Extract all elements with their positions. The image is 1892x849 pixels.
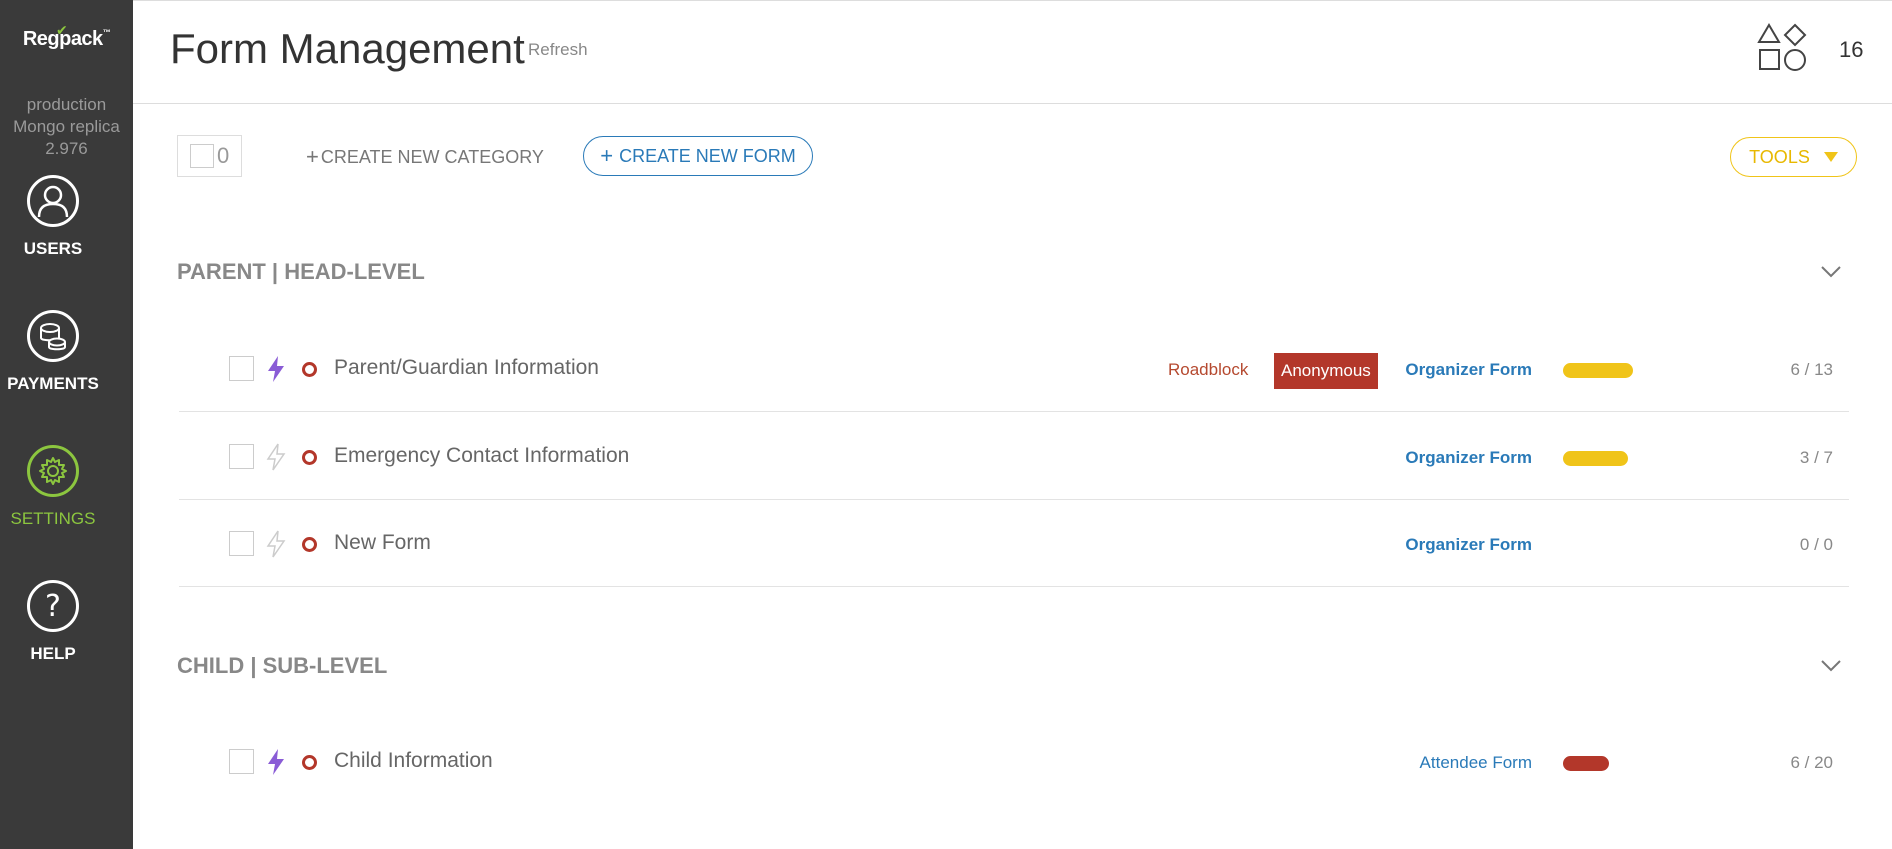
- create-form-button[interactable]: + CREATE NEW FORM: [583, 136, 813, 176]
- gear-icon: [27, 445, 79, 497]
- status-dot-icon: [302, 537, 317, 552]
- form-name[interactable]: New Form: [334, 531, 431, 555]
- form-type-link[interactable]: Attendee Form: [1420, 753, 1532, 773]
- anonymous-badge: Anonymous: [1274, 353, 1378, 389]
- coins-icon: [27, 310, 79, 362]
- row-checkbox[interactable]: [229, 531, 254, 556]
- form-row[interactable]: Emergency Contact Information Organizer …: [179, 413, 1849, 500]
- progress-bar: [1563, 363, 1633, 378]
- row-checkbox[interactable]: [229, 356, 254, 381]
- form-name[interactable]: Emergency Contact Information: [334, 444, 629, 468]
- env-line: 2.976: [45, 139, 88, 158]
- header: Form Management Refresh 16: [133, 0, 1892, 104]
- bolt-icon[interactable]: [265, 443, 287, 471]
- form-type-link[interactable]: Organizer Form: [1405, 360, 1532, 380]
- create-category-button[interactable]: + CREATE NEW CATEGORY: [306, 144, 544, 170]
- status-dot-icon: [302, 755, 317, 770]
- caret-down-icon: [1823, 152, 1838, 162]
- logo-check-icon: ✔: [56, 22, 68, 38]
- create-category-label: CREATE NEW CATEGORY: [320, 147, 544, 167]
- tools-dropdown[interactable]: TOOLS: [1730, 137, 1857, 177]
- sidebar-item-label: USERS: [23, 239, 83, 258]
- plus-icon: +: [306, 144, 319, 169]
- row-checkbox[interactable]: [229, 749, 254, 774]
- form-type-link[interactable]: Organizer Form: [1405, 535, 1532, 555]
- checkbox-box[interactable]: [190, 144, 214, 168]
- status-dot-icon: [302, 362, 317, 377]
- sidebar-item-label: PAYMENTS: [7, 374, 99, 393]
- question-icon: ?: [27, 580, 79, 632]
- form-row[interactable]: New Form Organizer Form 0 / 0: [179, 500, 1849, 587]
- shapes-count: 16: [1839, 37, 1864, 62]
- env-line: Mongo replica: [13, 117, 120, 136]
- status-dot-icon: [302, 450, 317, 465]
- sidebar-item-label: HELP: [30, 644, 76, 663]
- field-ratio: 6 / 13: [1790, 360, 1833, 379]
- select-all-checkbox[interactable]: 0: [177, 135, 242, 177]
- form-name[interactable]: Parent/Guardian Information: [334, 356, 599, 380]
- sidebar: ✔ Regpack™ production Mongo replica 2.97…: [0, 0, 133, 849]
- sidebar-item-users[interactable]: USERS: [0, 175, 106, 259]
- form-name[interactable]: Child Information: [334, 749, 493, 773]
- progress-bar: [1563, 756, 1609, 771]
- form-type-link[interactable]: Organizer Form: [1405, 448, 1532, 468]
- chevron-down-icon[interactable]: [1820, 260, 1842, 282]
- form-row[interactable]: Parent/Guardian Information Roadblock An…: [179, 325, 1849, 412]
- sidebar-item-payments[interactable]: PAYMENTS: [0, 310, 106, 394]
- roadblock-label: Roadblock: [1168, 360, 1249, 379]
- field-ratio: 0 / 0: [1799, 535, 1833, 554]
- create-form-label: CREATE NEW FORM: [619, 145, 796, 166]
- environment-info: production Mongo replica 2.976: [0, 94, 133, 160]
- bolt-icon[interactable]: [265, 355, 287, 383]
- refresh-link[interactable]: Refresh: [528, 40, 588, 60]
- shapes-icon[interactable]: [1757, 23, 1813, 73]
- bolt-icon[interactable]: [265, 530, 287, 558]
- tools-label: TOOLS: [1749, 146, 1810, 167]
- sidebar-item-settings[interactable]: SETTINGS: [0, 445, 106, 529]
- bolt-icon[interactable]: [265, 748, 287, 776]
- selected-count: 0: [217, 143, 230, 168]
- chevron-down-icon[interactable]: [1820, 654, 1842, 676]
- user-icon: [27, 175, 79, 227]
- page-title: Form Management: [170, 25, 525, 72]
- section-title: CHILD | SUB-LEVEL: [177, 653, 388, 678]
- logo[interactable]: ✔ Regpack™: [0, 22, 133, 51]
- form-row[interactable]: Child Information Attendee Form 6 / 20: [179, 718, 1849, 805]
- section-title: PARENT | HEAD-LEVEL: [177, 259, 425, 284]
- plus-icon: +: [600, 143, 614, 168]
- field-ratio: 3 / 7: [1799, 448, 1833, 467]
- env-line: production: [26, 95, 107, 114]
- row-checkbox[interactable]: [229, 444, 254, 469]
- progress-bar: [1563, 451, 1628, 466]
- sidebar-item-help[interactable]: ? HELP: [0, 580, 106, 664]
- sidebar-item-label: SETTINGS: [10, 509, 96, 528]
- field-ratio: 6 / 20: [1790, 753, 1833, 772]
